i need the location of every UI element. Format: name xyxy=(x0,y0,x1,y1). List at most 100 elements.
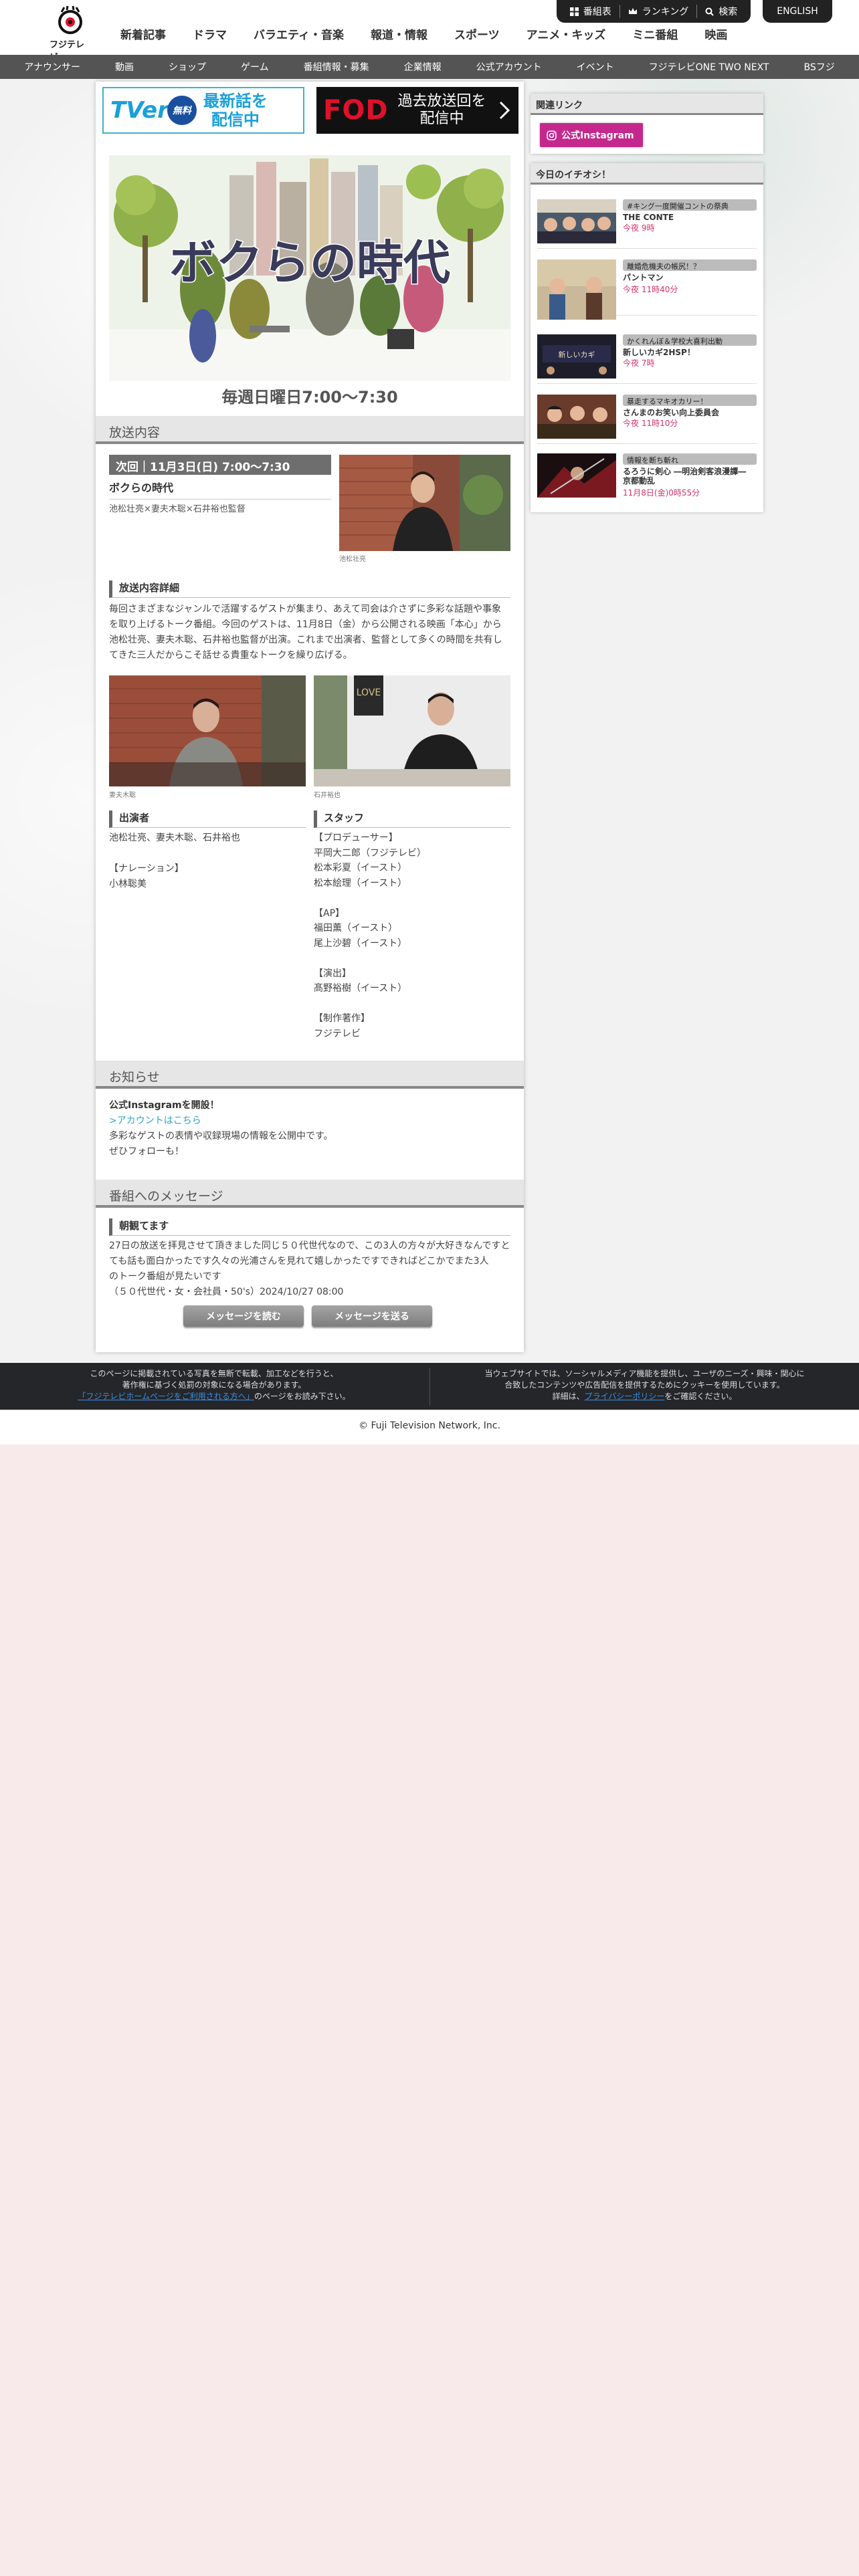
performers-heading: 出演者 xyxy=(109,811,306,828)
search-icon xyxy=(705,7,714,16)
related-links-heading: 関連リンク xyxy=(531,94,763,115)
pick-time: 今夜 7時 xyxy=(623,358,655,368)
message-line: のトーク番組が見たいです xyxy=(109,1271,221,1282)
utility-bar: 番組表 ランキング 検索 xyxy=(557,0,751,23)
performer-line: 池松壮亮、妻夫木聡、石井裕也 xyxy=(109,833,240,843)
staff-line: 【演出】 xyxy=(314,968,351,979)
pick-item[interactable]: #キング一度開催コントの祭典 THE CONTE 今夜 9時 xyxy=(537,195,757,249)
subnav-announcer[interactable]: アナウンサー xyxy=(7,60,98,74)
photo-caption-tsumabuki: 妻夫木聡 xyxy=(109,792,136,799)
footer-line: 「フジテレビホームページをご利用される方へ」のページをお読み下さい。 xyxy=(0,1391,428,1402)
notice-title: 公式Instagramを開設！ xyxy=(109,1100,219,1111)
pick-item[interactable]: 離婚危機夫の帳尻！？ パントマン 今夜 11時40分 xyxy=(537,255,757,320)
staff-line: 福田薫（イースト） xyxy=(314,923,398,934)
program-guide-link[interactable]: 番組表 xyxy=(562,5,620,18)
message-line: 27日の放送を拝見させて頂きました同じ５０代世代なので、この3人の方々が大好きな… xyxy=(109,1241,510,1251)
guest-photo-ikematsu xyxy=(339,455,510,551)
guest-photo-tsumabuki xyxy=(109,675,306,786)
section-heading-messages: 番組へのメッセージ xyxy=(96,1180,524,1208)
subnav-game[interactable]: ゲーム xyxy=(223,60,286,74)
message-line: ても話も面白かったです久々の光浦さんを見れて嬉しかったですできればどこかでまた3… xyxy=(109,1256,489,1267)
tver-logo: TVer 無料 xyxy=(110,96,197,125)
pick-thumbnail xyxy=(537,199,616,243)
program-title: ボクらの時代 xyxy=(109,479,331,500)
footer-text: のページをお読み下さい。 xyxy=(254,1392,351,1401)
subnav-official-accounts[interactable]: 公式アカウント xyxy=(459,60,559,74)
streaming-banners: TVer 無料 最新話を 配信中 FOD 過去放送回を 配信中 xyxy=(102,87,518,134)
broadcast-schedule: 毎週日曜日7:00〜7:30 xyxy=(221,388,398,407)
pick-title: THE CONTE xyxy=(623,213,674,222)
performer-line: 小林聡美 xyxy=(109,879,147,889)
subnav-video[interactable]: 動画 xyxy=(98,60,151,74)
program-cast: 池松壮亮×妻夫木聡×石井裕也監督 xyxy=(109,504,246,514)
ranking-link[interactable]: ランキング xyxy=(620,5,698,18)
subnav-shop[interactable]: ショップ xyxy=(151,60,223,74)
nav-news[interactable]: 新着記事 xyxy=(107,28,179,43)
instagram-icon xyxy=(547,130,557,140)
staff-line: 松本絵理（イースト） xyxy=(314,877,407,889)
nav-sports[interactable]: スポーツ xyxy=(441,28,513,43)
notice-line: ぜひフォローも！ xyxy=(109,1146,184,1157)
english-button[interactable]: ENGLISH xyxy=(763,0,832,23)
staff-line: 髙野裕樹（イースト） xyxy=(314,983,407,994)
pick-time: 今夜 11時40分 xyxy=(623,285,678,294)
staff-line: フジテレビ xyxy=(314,1028,361,1039)
todays-pick-heading: 今日のイチオシ！ xyxy=(531,163,763,185)
subnav-corporate[interactable]: 企業情報 xyxy=(387,60,459,74)
read-messages-button[interactable]: メッセージを読む xyxy=(183,1305,304,1327)
fujitv-logo[interactable]: フジテレビ xyxy=(50,5,91,63)
pick-item[interactable]: 暴走するマキオカリー！ さんまのお笑い向上委員会 今夜 11時10分 xyxy=(537,391,757,444)
pick-title: パントマン xyxy=(623,273,664,282)
detail-line: を取り上げるトーク番組。今回のゲストは、11月8日（金）から公開される映画「本心… xyxy=(109,619,502,630)
nav-movie[interactable]: 映画 xyxy=(691,28,741,43)
pick-thumbnail xyxy=(537,259,616,320)
footer-line: 当ウェブサイトでは、ソーシャルメディア機能を提供し、ユーザのニーズ・興味・関心に xyxy=(484,1369,805,1378)
fod-banner[interactable]: FOD 過去放送回を 配信中 xyxy=(316,87,518,134)
detail-text: 毎回さまざまなジャンルで活躍するゲストが集まり、あえて司会は介さずに多彩な話題や… xyxy=(109,602,510,663)
search-link[interactable]: 検索 xyxy=(697,5,745,18)
staff-line: 【AP】 xyxy=(314,907,345,919)
pick-thumbnail: 新しいカギ xyxy=(537,334,616,379)
fod-logo: FOD xyxy=(323,95,389,126)
hero-logo-text: ボクらの時代 xyxy=(169,235,450,290)
global-nav: 新着記事 ドラマ バラエティ・音楽 報道・情報 スポーツ アニメ・キッズ ミニ番… xyxy=(107,28,741,43)
pick-thumbnail xyxy=(537,395,616,439)
nav-drama[interactable]: ドラマ xyxy=(179,28,240,43)
tver-banner[interactable]: TVer 無料 最新話を 配信中 xyxy=(102,87,304,134)
footer-line: 合致したコンテンツや広告配信を提供するためにクッキーを使用しています。 xyxy=(504,1380,785,1390)
message-title: 朝観てます xyxy=(109,1218,510,1236)
instagram-label: 公式Instagram xyxy=(561,130,634,141)
staff-line xyxy=(314,996,510,1012)
subnav-bsfuji[interactable]: BSフジ xyxy=(786,60,852,74)
eye-logo-icon xyxy=(55,5,86,36)
detail-line: 毎回さまざまなジャンルで活躍するゲストが集まり、あえて司会は介さずに多彩な話題や… xyxy=(109,604,502,615)
site-usage-link[interactable]: 「フジテレビホームページをご利用される方へ」 xyxy=(78,1392,254,1401)
program-guide-label: 番組表 xyxy=(583,7,611,17)
pick-title: るろうに剣心 ―明治剣客浪漫譚― 京都動乱 xyxy=(623,467,747,486)
staff-list: 【プロデューサー】 平岡大二郎（フジテレビ） 松本彩夏（イースト） 松本絵理（イ… xyxy=(314,831,510,1041)
notice-body: 公式Instagramを開設！ >アカウントはこちら 多彩なゲストの表情や収録現… xyxy=(109,1098,510,1160)
pick-item[interactable]: 情報を断ち斬れ るろうに剣心 ―明治剣客浪漫譚― 京都動乱 11月8日(金)0時… xyxy=(537,449,757,507)
footer-text: をご確認ください。 xyxy=(664,1392,737,1401)
search-label: 検索 xyxy=(719,7,738,17)
detail-line: 池松壮亮、妻夫木聡、石井裕也監督が出演。これまで出演者、監督として多くの時間を共… xyxy=(109,635,502,645)
instagram-account-link[interactable]: >アカウントはこちら xyxy=(109,1113,510,1129)
send-message-button[interactable]: メッセージを送る xyxy=(312,1305,432,1327)
pick-thumbnail xyxy=(537,453,616,498)
nav-anime[interactable]: アニメ・キッズ xyxy=(513,28,619,43)
subnav-one-two-next[interactable]: フジテレビONE TWO NEXT xyxy=(632,60,787,74)
nav-mini[interactable]: ミニ番組 xyxy=(619,28,691,43)
main-column: TVer 無料 最新話を 配信中 FOD 過去放送回を 配信中 ボクらの時代 毎… xyxy=(96,82,524,1352)
staff-line: 平岡大二郎（フジテレビ） xyxy=(314,847,426,859)
instagram-button[interactable]: 公式Instagram xyxy=(539,122,644,148)
pick-time: 11月8日(金)0時55分 xyxy=(623,488,700,498)
footer-notice: このページに掲載されている写真を無断で転載、加工などを行うと、 著作権に基づく処… xyxy=(0,1363,859,1410)
subnav-event[interactable]: イベント xyxy=(559,60,632,74)
subnav-program-info[interactable]: 番組情報・募集 xyxy=(286,60,387,74)
fod-banner-text: 過去放送回を 配信中 xyxy=(398,93,486,128)
section-heading-notice: お知らせ xyxy=(96,1061,524,1089)
pick-item[interactable]: 新しいカギ かくれんぼ＆学校大喜利出動 新しいカギ2HSP！ 今夜 7時 xyxy=(537,330,757,384)
nav-variety[interactable]: バラエティ・音楽 xyxy=(240,28,357,43)
nav-report[interactable]: 報道・情報 xyxy=(357,28,441,43)
privacy-policy-link[interactable]: プライバシーポリシー xyxy=(585,1392,665,1401)
